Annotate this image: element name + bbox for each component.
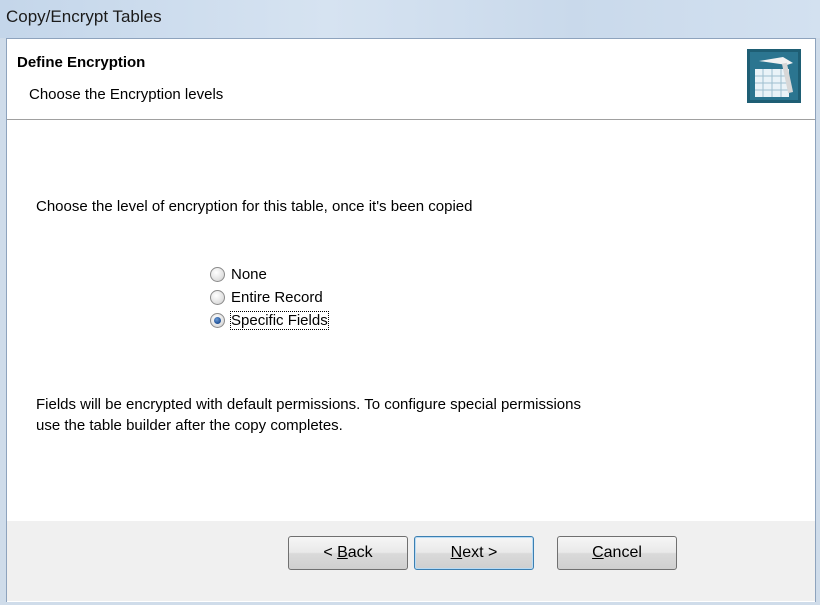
wizard-dialog: Define Encryption Choose the Encryption … [6,38,816,602]
next-rest: ext > [462,544,498,561]
radio-option-none[interactable]: None [210,263,328,286]
back-mnemonic: B [337,544,348,561]
encryption-prompt: Choose the level of encryption for this … [36,198,473,215]
radio-label-specific-fields[interactable]: Specific Fields [230,311,329,330]
wizard-header: Define Encryption Choose the Encryption … [7,39,815,120]
next-mnemonic: N [450,544,463,561]
radio-label-none[interactable]: None [231,266,267,283]
radio-button-icon[interactable] [210,290,225,305]
back-button[interactable]: < Back [288,536,408,570]
cancel-rest: ancel [603,544,642,561]
radio-option-specific-fields[interactable]: Specific Fields [210,309,329,332]
page-subtitle: Choose the Encryption levels [29,86,224,103]
back-prefix: < [323,544,338,561]
cancel-mnemonic: C [592,544,604,561]
radio-label-entire-record[interactable]: Entire Record [231,289,323,306]
cancel-button[interactable]: Cancel [557,536,677,570]
page-title: Define Encryption [17,54,146,71]
note-line-2: use the table builder after the copy com… [36,417,343,434]
encryption-level-group: None Entire Record Specific Fields [210,263,329,332]
next-button[interactable]: Next > [414,536,534,570]
table-builder-logo-icon [747,49,801,103]
wizard-footer: < Back Next > Cancel [7,521,815,601]
note-line-1: Fields will be encrypted with default pe… [36,396,581,413]
radio-selected-icon[interactable] [210,313,225,328]
radio-button-icon[interactable] [210,267,225,282]
radio-option-entire-record[interactable]: Entire Record [210,286,328,309]
title-bar[interactable]: Copy/Encrypt Tables [0,0,820,38]
permissions-note: Fields will be encrypted with default pe… [36,394,581,436]
back-rest: ack [347,544,373,561]
window-title: Copy/Encrypt Tables [6,7,162,26]
